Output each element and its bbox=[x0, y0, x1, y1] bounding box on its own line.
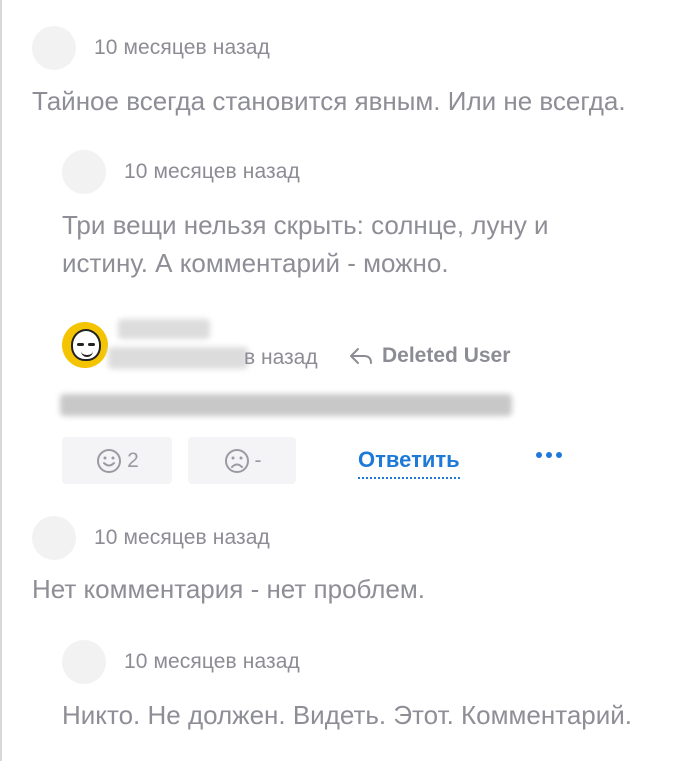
avatar[interactable] bbox=[32, 516, 76, 560]
avatar[interactable] bbox=[32, 26, 76, 70]
reply-arrow-icon bbox=[350, 348, 372, 364]
blurred-info bbox=[108, 347, 248, 369]
like-count: 2 bbox=[127, 448, 139, 472]
blurred-comment-text bbox=[60, 394, 512, 416]
comment-text: Три вещи нельзя скрыть: солнце, луну и и… bbox=[62, 210, 549, 278]
reply-button[interactable]: Ответить bbox=[358, 447, 460, 479]
user-avatar[interactable] bbox=[62, 322, 108, 368]
comment-meta: 10 месяцев назад bbox=[62, 150, 300, 194]
comment-time: 10 месяцев назад bbox=[124, 650, 300, 673]
comment-meta: 10 месяцев назад bbox=[32, 26, 270, 70]
comment-text: Нет комментария - нет проблем. bbox=[32, 574, 425, 604]
reply-to-link[interactable]: Deleted User bbox=[348, 344, 510, 368]
comment-time: 10 месяцев назад bbox=[94, 36, 270, 59]
comment-time: 10 месяцев назад bbox=[124, 160, 300, 183]
smile-icon bbox=[97, 448, 122, 473]
dislike-count: - bbox=[254, 448, 262, 472]
comment-time: 10 месяцев назад bbox=[94, 526, 270, 549]
more-dots-icon[interactable] bbox=[536, 452, 562, 458]
avatar[interactable] bbox=[62, 640, 106, 684]
frown-icon bbox=[224, 448, 249, 473]
blurred-username bbox=[118, 319, 210, 339]
comment-text: Никто. Не должен. Видеть. Этот. Коммента… bbox=[62, 700, 633, 730]
comment-text: Тайное всегда становится явным. Или не в… bbox=[32, 86, 626, 116]
avatar[interactable] bbox=[62, 150, 106, 194]
reply-to-user: Deleted User bbox=[382, 344, 511, 367]
comment-meta: 10 месяцев назад bbox=[32, 516, 270, 560]
comment-meta: 10 месяцев назад bbox=[62, 640, 300, 684]
troll-face-icon bbox=[71, 329, 101, 361]
dislike-button[interactable]: - bbox=[188, 437, 296, 484]
thread-line bbox=[0, 0, 2, 761]
comment-time: в назад bbox=[244, 346, 318, 369]
like-button[interactable]: 2 bbox=[62, 437, 172, 484]
